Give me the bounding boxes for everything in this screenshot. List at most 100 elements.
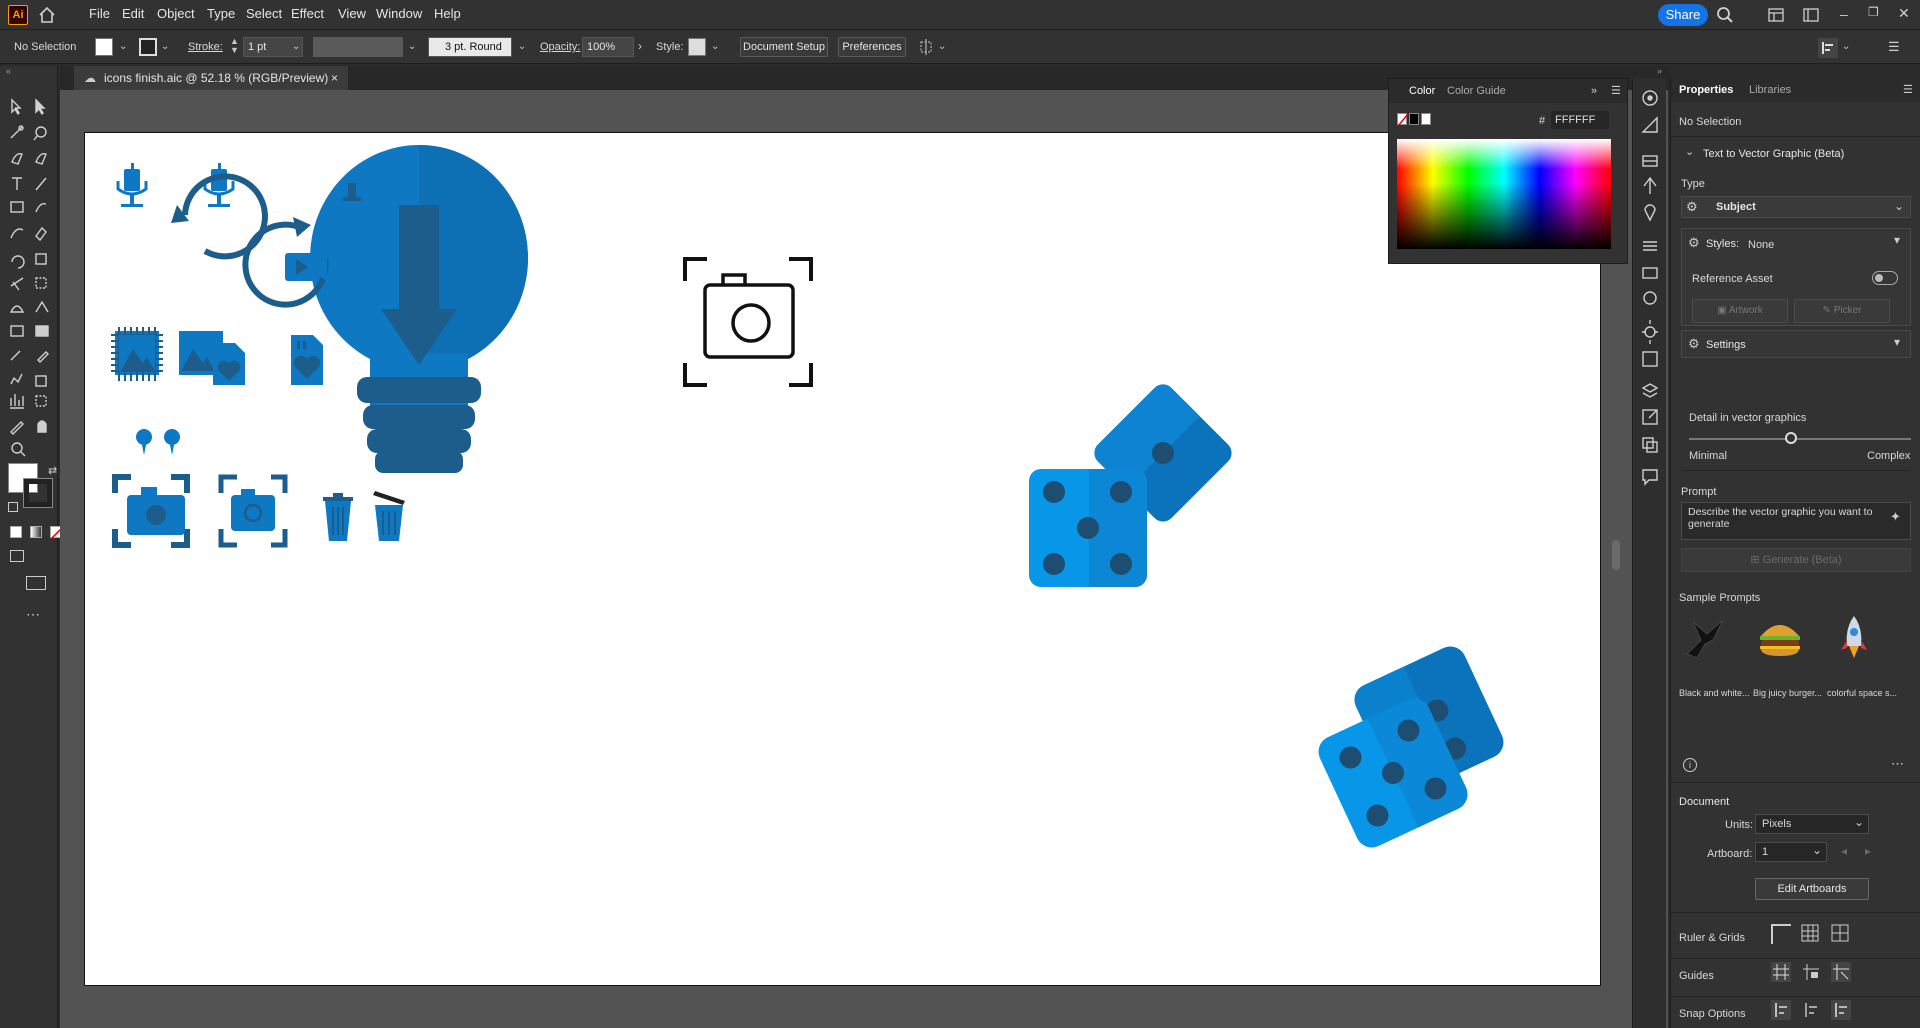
list-menu-icon[interactable]: ☰ bbox=[1888, 39, 1900, 55]
stepper-icon[interactable]: ▲ ▼ bbox=[230, 37, 239, 55]
search-icon[interactable] bbox=[1716, 6, 1734, 24]
hex-field[interactable]: FFFFFF bbox=[1551, 111, 1609, 129]
edit-artboards-button[interactable]: Edit Artboards bbox=[1755, 878, 1869, 900]
chevron-down-icon[interactable]: ▾ bbox=[1894, 335, 1900, 349]
opacity-field[interactable]: 100% bbox=[582, 37, 634, 57]
chevron-down-icon[interactable]: ⌄ bbox=[161, 41, 169, 52]
color-mode-icon[interactable] bbox=[10, 526, 22, 538]
document-tab[interactable]: ☁ icons finish.aic @ 52.18 % (RGB/Previe… bbox=[74, 66, 348, 90]
artboard-dropdown[interactable]: 1 ⌄ bbox=[1755, 842, 1827, 862]
panel-menu-icon[interactable]: ☰ bbox=[1611, 84, 1621, 97]
detail-slider-knob[interactable] bbox=[1785, 432, 1798, 444]
tab-color[interactable]: Color bbox=[1409, 85, 1435, 97]
chevron-down-icon[interactable]: ⌄ bbox=[292, 41, 300, 52]
gradient-mode-icon[interactable] bbox=[30, 526, 42, 538]
detail-slider-track[interactable] bbox=[1689, 438, 1911, 440]
lock-guides-icon[interactable] bbox=[1801, 962, 1821, 982]
next-artboard-icon[interactable]: ▸ bbox=[1865, 844, 1871, 858]
chevron-down-icon[interactable]: ⌄ bbox=[408, 41, 416, 52]
reference-asset-toggle[interactable] bbox=[1872, 271, 1898, 285]
tool-icons[interactable] bbox=[8, 98, 54, 518]
variable-width-profile[interactable] bbox=[313, 37, 403, 57]
align-panel-icon[interactable] bbox=[1818, 38, 1838, 58]
menu-effect[interactable]: Effect bbox=[291, 6, 324, 21]
settings-label[interactable]: Settings bbox=[1706, 339, 1746, 351]
previous-artboard-icon[interactable]: ◂ bbox=[1841, 844, 1847, 858]
preferences-button[interactable]: Preferences bbox=[838, 37, 906, 57]
white-swatch[interactable] bbox=[1421, 113, 1431, 125]
stroke-swatch[interactable] bbox=[139, 38, 157, 56]
collapse-dock-icon[interactable]: » bbox=[1657, 66, 1662, 76]
chevron-down-icon[interactable]: ⌄ bbox=[518, 41, 526, 52]
close-tab-icon[interactable]: × bbox=[331, 66, 338, 90]
screen-mode-icon[interactable] bbox=[26, 576, 46, 590]
document-setup-button[interactable]: Document Setup bbox=[740, 37, 828, 57]
share-button[interactable]: Share bbox=[1658, 4, 1708, 26]
swap-colors-icon[interactable]: ⇄ bbox=[48, 464, 57, 477]
menu-object[interactable]: Object bbox=[157, 6, 195, 21]
units-dropdown[interactable]: Pixels ⌄ bbox=[1755, 814, 1869, 834]
menu-help[interactable]: Help bbox=[434, 6, 461, 21]
arrange-icon[interactable] bbox=[918, 39, 934, 55]
chevron-down-icon[interactable]: ▾ bbox=[1894, 233, 1900, 247]
menu-type[interactable]: Type bbox=[207, 6, 235, 21]
edit-toolbar-icon[interactable]: ⋯ bbox=[26, 606, 40, 623]
smart-guides-icon[interactable] bbox=[1831, 962, 1851, 982]
collapse-toolbar-icon[interactable]: « bbox=[6, 66, 11, 76]
default-colors-icon[interactable] bbox=[8, 502, 18, 512]
prompt-input[interactable]: Describe the vector graphic you want to … bbox=[1681, 502, 1911, 540]
artwork-button: ▣ Artwork bbox=[1692, 299, 1788, 323]
menu-select[interactable]: Select bbox=[246, 6, 282, 21]
panel-menu-icon[interactable]: ☰ bbox=[1903, 83, 1913, 96]
none-swatch[interactable] bbox=[1397, 113, 1408, 126]
chevron-down-icon[interactable]: ⌄ bbox=[938, 41, 946, 52]
vertical-scrollbar[interactable] bbox=[1612, 540, 1620, 570]
close-window-icon[interactable]: ✕ bbox=[1898, 5, 1910, 22]
expand-panel-icon[interactable]: » bbox=[1591, 85, 1597, 97]
brush-definition-field[interactable]: 3 pt. Round bbox=[428, 37, 512, 57]
arrange-documents-icon[interactable] bbox=[1803, 8, 1819, 22]
sample-bird-image[interactable] bbox=[1679, 610, 1733, 664]
black-swatch[interactable] bbox=[1409, 113, 1419, 125]
menu-edit[interactable]: Edit bbox=[122, 6, 144, 21]
lightbulb-icon[interactable]: ✦ bbox=[1890, 509, 1901, 525]
chevron-down-icon[interactable]: ⌄ bbox=[1685, 145, 1694, 158]
more-options-icon[interactable]: ⋯ bbox=[1891, 756, 1904, 772]
styles-value[interactable]: None bbox=[1748, 239, 1774, 251]
menu-window[interactable]: Window bbox=[376, 6, 422, 21]
menu-file[interactable]: File bbox=[89, 6, 110, 21]
sample-rocket-image[interactable] bbox=[1827, 610, 1881, 664]
workspace-switcher-icon[interactable] bbox=[1768, 8, 1784, 22]
artwork[interactable] bbox=[85, 133, 1602, 987]
ruler-icon[interactable] bbox=[1771, 924, 1791, 944]
artboard[interactable] bbox=[84, 132, 1601, 986]
chevron-right-icon[interactable]: › bbox=[638, 39, 642, 53]
sample-burger-image[interactable] bbox=[1753, 610, 1807, 664]
maximize-window-icon[interactable]: ❐ bbox=[1868, 5, 1879, 19]
dock-icons[interactable] bbox=[1640, 88, 1660, 548]
snap-to-pixel-icon[interactable] bbox=[1831, 1000, 1851, 1020]
snap-to-point-icon[interactable] bbox=[1801, 1000, 1821, 1020]
fill-swatch[interactable] bbox=[95, 38, 113, 56]
tab-libraries[interactable]: Libraries bbox=[1749, 84, 1791, 96]
menu-view[interactable]: View bbox=[338, 6, 366, 21]
stroke-label[interactable]: Stroke: bbox=[188, 41, 223, 53]
text-to-vector-title[interactable]: Text to Vector Graphic (Beta) bbox=[1703, 148, 1844, 160]
grid-icon[interactable] bbox=[1801, 924, 1819, 942]
drawing-modes-icon[interactable] bbox=[10, 550, 24, 562]
chevron-down-icon[interactable]: ⌄ bbox=[711, 41, 719, 52]
home-icon[interactable] bbox=[38, 6, 56, 24]
snap-to-grid-icon[interactable] bbox=[1771, 1000, 1791, 1020]
stroke-color-swatch[interactable] bbox=[23, 478, 53, 508]
tab-properties[interactable]: Properties bbox=[1679, 84, 1733, 96]
transparency-grid-icon[interactable] bbox=[1831, 924, 1849, 942]
info-icon[interactable]: i bbox=[1683, 758, 1697, 772]
tab-color-guide[interactable]: Color Guide bbox=[1447, 85, 1506, 97]
graphic-style-swatch[interactable] bbox=[688, 38, 706, 56]
type-dropdown[interactable]: ⚙ Subject ⌄ bbox=[1681, 196, 1911, 218]
opacity-label[interactable]: Opacity: bbox=[540, 41, 580, 53]
minimize-window-icon[interactable]: – bbox=[1840, 6, 1848, 22]
show-guides-icon[interactable] bbox=[1771, 962, 1791, 982]
chevron-down-icon[interactable]: ⌄ bbox=[119, 41, 127, 52]
chevron-down-icon[interactable]: ⌄ bbox=[1842, 41, 1850, 52]
